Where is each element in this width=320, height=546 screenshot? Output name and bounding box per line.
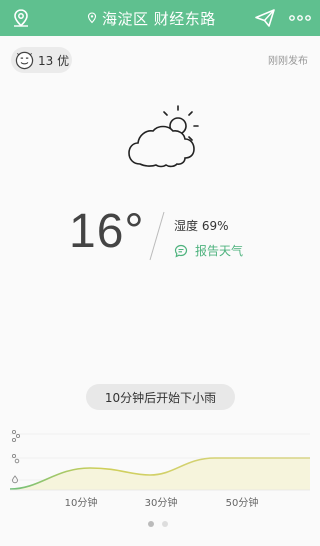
x-tick-label: 50分钟 <box>226 496 259 509</box>
location-title[interactable]: 海淀区 财经东路 <box>86 7 216 29</box>
header-bar: 海淀区 财经东路 <box>0 0 320 36</box>
report-weather-button[interactable]: 报告天气 <box>174 242 243 259</box>
aqi-value: 13 优 <box>38 53 70 68</box>
light-rain-drop-icon <box>12 475 18 484</box>
moderate-rain-drops-icon <box>11 453 20 464</box>
small-pin-icon <box>87 12 97 24</box>
page-dot[interactable] <box>162 521 168 527</box>
location-pin-icon[interactable] <box>10 7 32 29</box>
page-dot-active[interactable] <box>148 521 154 527</box>
humidity-text: 湿度 69% <box>174 219 229 233</box>
more-options-icon[interactable] <box>288 8 312 28</box>
publish-status: 刚刚发布 <box>268 56 308 67</box>
partly-cloudy-icon <box>128 105 199 168</box>
x-tick-label: 30分钟 <box>145 496 178 509</box>
precipitation-forecast-summary[interactable]: 10分钟后开始下小雨 <box>86 384 235 410</box>
air-quality-badge[interactable]: 13 优 <box>11 47 72 73</box>
rain-forecast-chart: 10分钟 30分钟 50分钟 <box>9 429 310 509</box>
page-indicator <box>148 521 168 527</box>
report-weather-label: 报告天气 <box>195 244 244 258</box>
share-send-icon[interactable] <box>254 8 276 28</box>
current-temperature: 16° <box>69 205 145 258</box>
slash-divider <box>149 211 165 261</box>
chat-bubble-icon <box>174 244 188 258</box>
heavy-rain-drops-icon <box>11 429 21 443</box>
location-title-text: 海淀区 财经东路 <box>102 9 216 28</box>
smiley-face-icon <box>15 51 34 69</box>
x-tick-label: 10分钟 <box>65 496 98 509</box>
